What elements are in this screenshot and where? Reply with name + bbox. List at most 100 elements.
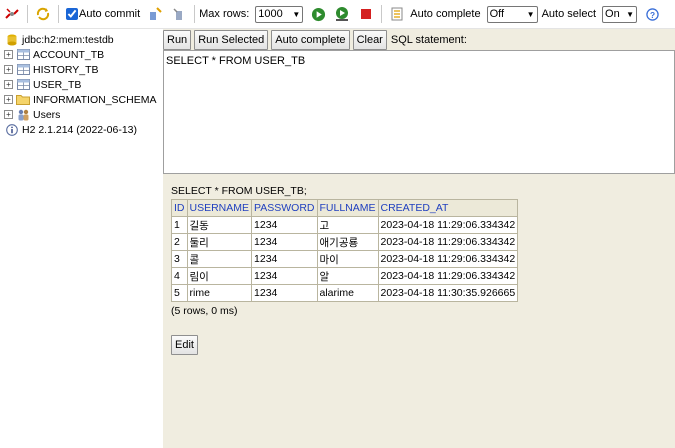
table-cell: 1234: [251, 250, 318, 268]
users-icon: [16, 109, 30, 121]
auto-complete-value: Off: [489, 8, 505, 20]
table-cell: 2023-04-18 11:29:06.334342: [377, 267, 519, 285]
tree-connection[interactable]: jdbc:h2:mem:testdb: [0, 32, 163, 47]
toolbar-separator: [27, 5, 28, 23]
toolbar-separator: [381, 5, 383, 23]
table-cell: 5: [171, 284, 188, 302]
table-icon: [16, 79, 30, 91]
table-row: 1 길동 1234 고 2023-04-18 11:29:06.334342: [171, 216, 519, 234]
table-cell: 길동: [186, 216, 253, 234]
table-cell: 림이: [186, 267, 253, 285]
schema-tree: jdbc:h2:mem:testdb + ACCOUNT_TB + HISTOR…: [0, 29, 163, 448]
table-cell: rime: [186, 284, 253, 302]
help-glyph: ?: [649, 9, 654, 19]
table-cell: 콜: [186, 250, 253, 268]
auto-complete-label: Auto complete: [410, 8, 481, 20]
commit-icon[interactable]: [146, 5, 164, 23]
table-cell: 둘리: [186, 233, 253, 251]
query-panel: Run Run Selected Auto complete Clear SQL…: [163, 29, 675, 448]
table-row: 5 rime 1234 alarime 2023-04-18 11:30:35.…: [171, 284, 519, 302]
table-header-row: ID USERNAME PASSWORD FULLNAME CREATED_AT: [171, 199, 519, 217]
rollback-icon[interactable]: [170, 5, 188, 23]
tree-table-item[interactable]: + HISTORY_TB: [0, 62, 163, 77]
tree-table-item[interactable]: + ACCOUNT_TB: [0, 47, 163, 62]
refresh-icon[interactable]: [34, 5, 52, 23]
auto-select-select[interactable]: On ▼: [602, 5, 638, 23]
stop-icon[interactable]: [357, 5, 375, 23]
table-cell: 1234: [251, 267, 318, 285]
result-title: SELECT * FROM USER_TB;: [171, 185, 307, 197]
table-row: 2 둘리 1234 애기공룡 2023-04-18 11:29:06.33434…: [171, 233, 519, 251]
auto-select-value: On: [605, 8, 620, 20]
expand-icon[interactable]: +: [4, 95, 13, 104]
table-cell: 2023-04-18 11:29:06.334342: [377, 233, 519, 251]
max-rows-value: 1000: [258, 8, 283, 20]
table-cell: 고: [316, 216, 379, 234]
info-icon: [5, 123, 19, 136]
sql-editor[interactable]: SELECT * FROM USER_TB: [163, 50, 675, 174]
disconnect-icon[interactable]: [3, 5, 21, 23]
table-cell: 1234: [251, 233, 318, 251]
tree-connection-label: jdbc:h2:mem:testdb: [22, 33, 114, 46]
column-header[interactable]: PASSWORD: [251, 199, 318, 217]
table-cell: 2023-04-18 11:30:35.926665: [377, 284, 519, 302]
table-cell: 3: [171, 250, 188, 268]
help-icon[interactable]: ?: [643, 5, 661, 23]
run-selected-button[interactable]: Run Selected: [194, 30, 269, 50]
column-header[interactable]: FULLNAME: [316, 199, 379, 217]
max-rows-label: Max rows:: [199, 8, 250, 20]
toolbar-separator: [58, 5, 59, 23]
expand-icon[interactable]: +: [4, 65, 13, 74]
table-row: 3 콜 1234 마이 2023-04-18 11:29:06.334342: [171, 250, 519, 268]
clear-button[interactable]: Clear: [352, 30, 387, 50]
auto-commit-checkbox[interactable]: [66, 8, 78, 20]
tree-table-item[interactable]: + USER_TB: [0, 77, 163, 92]
query-button-bar: Run Run Selected Auto complete Clear SQL…: [163, 29, 467, 51]
tree-users-label: Users: [33, 108, 61, 121]
result-table: ID USERNAME PASSWORD FULLNAME CREATED_AT…: [171, 199, 519, 302]
table-cell: 1: [171, 216, 188, 234]
table-icon: [16, 49, 30, 61]
table-row: 4 림이 1234 알 2023-04-18 11:29:06.334342: [171, 267, 519, 285]
edit-button[interactable]: Edit: [171, 335, 198, 355]
chevron-down-icon: ▼: [292, 9, 301, 19]
table-cell: 알: [316, 267, 379, 285]
auto-select-label: Auto select: [541, 8, 597, 20]
table-icon: [16, 64, 30, 76]
tree-table-label: USER_TB: [33, 78, 82, 91]
table-cell: 마이: [316, 250, 379, 268]
table-cell: 2: [171, 233, 188, 251]
column-header[interactable]: USERNAME: [186, 199, 253, 217]
column-header[interactable]: ID: [171, 199, 188, 217]
result-footer: (5 rows, 0 ms): [171, 305, 238, 317]
result-area: SELECT * FROM USER_TB; ID USERNAME PASSW…: [171, 185, 519, 355]
tree-table-label: HISTORY_TB: [33, 63, 99, 76]
expand-icon[interactable]: +: [4, 110, 13, 119]
auto-commit-label: Auto commit: [79, 8, 141, 20]
run-icon[interactable]: [309, 5, 327, 23]
table-cell: 1234: [251, 284, 318, 302]
database-icon: [5, 34, 19, 46]
toolbar: Auto commit Max rows: 1000 ▼ Auto complet…: [0, 0, 675, 29]
auto-complete-button[interactable]: Auto complete: [271, 30, 350, 50]
expand-icon[interactable]: +: [4, 50, 13, 59]
auto-complete-select[interactable]: Off ▼: [486, 5, 538, 23]
table-cell: 4: [171, 267, 188, 285]
run-button[interactable]: Run: [163, 30, 192, 50]
table-cell: 2023-04-18 11:29:06.334342: [377, 250, 519, 268]
column-header[interactable]: CREATED_AT: [377, 199, 519, 217]
chevron-down-icon: ▼: [526, 9, 535, 19]
tree-table-label: ACCOUNT_TB: [33, 48, 105, 61]
run-selected-icon[interactable]: [333, 5, 351, 23]
tree-version: H2 2.1.214 (2022-06-13): [0, 122, 163, 137]
tree-users-item[interactable]: + Users: [0, 107, 163, 122]
tree-schema-item[interactable]: + INFORMATION_SCHEMA: [0, 92, 163, 107]
table-cell: alarime: [316, 284, 379, 302]
tree-schema-label: INFORMATION_SCHEMA: [33, 93, 157, 106]
history-icon[interactable]: [388, 5, 406, 23]
tree-version-label: H2 2.1.214 (2022-06-13): [22, 123, 137, 136]
toolbar-separator: [194, 5, 196, 23]
sql-statement-label: SQL statement:: [390, 34, 467, 46]
max-rows-select[interactable]: 1000 ▼: [255, 5, 304, 23]
expand-icon[interactable]: +: [4, 80, 13, 89]
